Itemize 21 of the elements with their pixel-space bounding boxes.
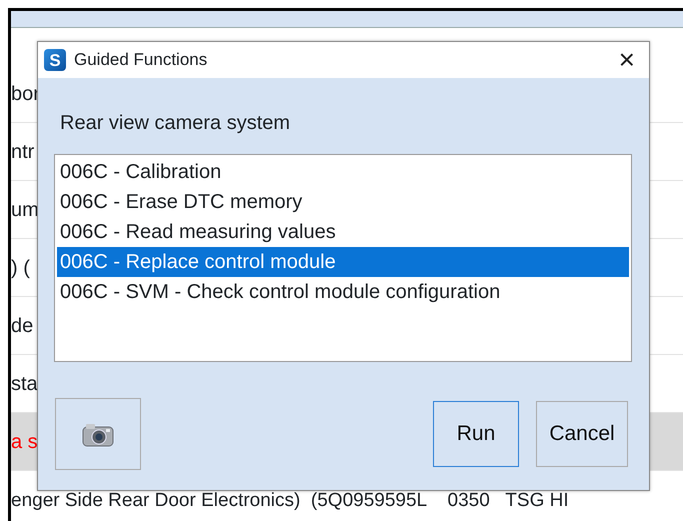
table-cell-text: sta bbox=[11, 372, 38, 396]
list-item[interactable]: 006C - Replace control module bbox=[57, 247, 629, 277]
list-item[interactable]: 006C - Calibration bbox=[57, 157, 629, 187]
dialog-button[interactable]: Cancel bbox=[536, 401, 628, 467]
window-title: Guided Functions bbox=[74, 49, 208, 72]
camera-icon bbox=[82, 422, 114, 448]
table-cell-text: bor bbox=[11, 82, 40, 106]
table-cell-text: a s bbox=[11, 430, 38, 454]
camera-button[interactable] bbox=[55, 398, 141, 470]
list-item[interactable]: 006C - Erase DTC memory bbox=[57, 187, 629, 217]
dialog-heading: Rear view camera system bbox=[60, 111, 292, 136]
table-cell-text: ) ( bbox=[11, 256, 30, 280]
app-logo-icon: S bbox=[44, 49, 66, 71]
dialog-button[interactable]: Run bbox=[433, 401, 519, 467]
table-cell-text: enger Side Rear Door Electronics) (5Q0959595L 0350 TSG HI bbox=[11, 490, 569, 511]
list-item[interactable]: 006C - Read measuring values bbox=[57, 217, 629, 247]
list-item[interactable]: 006C - SVM - Check control module configuration bbox=[57, 277, 629, 307]
table-cell-text: um bbox=[11, 198, 39, 222]
table-cell-text: de bbox=[11, 314, 34, 338]
table-cell-text: ntr bbox=[11, 140, 34, 164]
close-button[interactable]: × bbox=[610, 46, 643, 74]
